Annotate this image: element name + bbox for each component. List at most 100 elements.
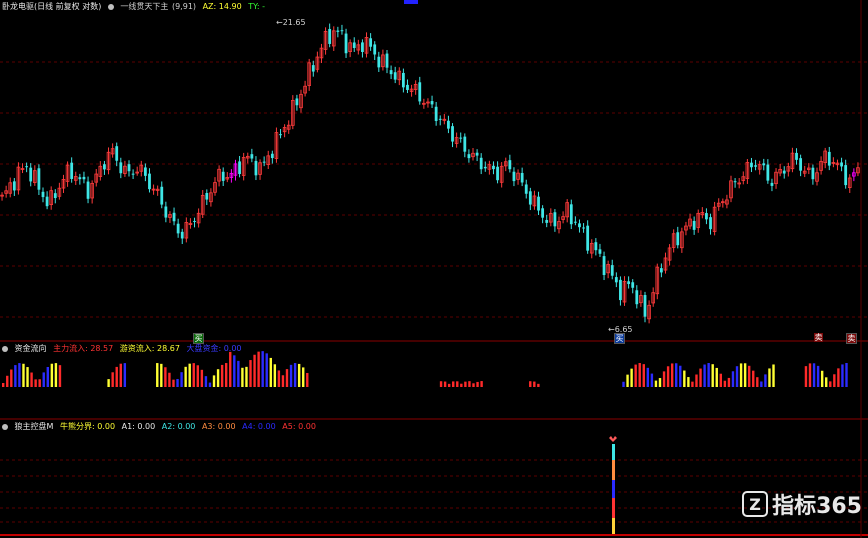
high-arrow: ← xyxy=(276,18,283,27)
candle-body xyxy=(598,249,602,254)
flow-bar xyxy=(249,360,252,387)
brand-logo-icon: Z xyxy=(742,491,769,517)
flow-bar xyxy=(808,363,812,387)
flow-bar xyxy=(634,364,637,387)
signal-badge-buy-left[interactable]: 买 xyxy=(193,333,204,344)
flow-bar xyxy=(196,365,200,387)
flow-bar xyxy=(687,377,690,387)
flow-bar xyxy=(164,367,167,387)
flow-bar xyxy=(257,351,260,387)
candle-body xyxy=(508,160,512,170)
candle-body xyxy=(709,217,712,230)
flow-bar xyxy=(156,363,159,387)
flow-bar xyxy=(820,370,824,387)
candle-body xyxy=(520,172,524,183)
candle-body xyxy=(254,160,258,176)
candle-body xyxy=(53,193,57,199)
candle-body xyxy=(475,152,479,156)
flow-panel-title[interactable]: 资金流向 xyxy=(15,344,47,353)
main-panel-title[interactable]: 卧龙电驱(日线 前复权 对数) xyxy=(2,2,101,11)
candle-body xyxy=(86,181,90,199)
high-price-label: ←21.65 xyxy=(276,18,306,27)
candle-body xyxy=(328,28,332,44)
flow-bar xyxy=(224,363,228,387)
candle-body xyxy=(82,176,86,180)
candle-body xyxy=(389,70,393,75)
flow-bar xyxy=(841,364,844,387)
stock-chart-window[interactable]: 卧龙电驱(日线 前复权 对数) 一线贯天下主 (9,91) AZ: 14.90 … xyxy=(0,0,868,538)
flow-bar xyxy=(204,376,208,387)
flow-bar xyxy=(160,363,163,387)
brand-logo-text: 指标365 xyxy=(772,494,862,519)
candle-body xyxy=(205,193,209,200)
settings-dot-icon[interactable] xyxy=(2,423,8,430)
spike-segment xyxy=(612,480,615,498)
candle-body xyxy=(369,38,373,47)
candle-body xyxy=(553,212,557,227)
signal-badge-sell-right1[interactable]: 卖 xyxy=(814,333,823,342)
settings-dot-icon[interactable] xyxy=(2,345,8,352)
candle-body xyxy=(545,219,549,223)
bull-bear-line: 牛熊分界: 0.00 xyxy=(60,422,116,431)
settings-dot-icon[interactable] xyxy=(107,3,114,10)
candle-body xyxy=(41,191,45,198)
flow-bar xyxy=(768,368,771,387)
candle-body xyxy=(594,242,598,251)
flow-bar xyxy=(764,374,767,387)
flow-bar xyxy=(833,374,836,387)
candle-body xyxy=(131,173,135,175)
flow-bar xyxy=(642,364,645,387)
candle-body xyxy=(385,53,389,68)
bottom-panel-title[interactable]: 狼主控盘M xyxy=(15,422,54,431)
flow-bar xyxy=(452,381,455,387)
candle-body xyxy=(29,167,33,182)
candle-body xyxy=(115,146,119,161)
candle-body xyxy=(762,163,766,166)
flow-bar xyxy=(837,368,840,387)
flow-bar xyxy=(297,363,301,387)
flow-bar xyxy=(18,363,21,387)
flow-bar xyxy=(2,383,5,387)
candle-body xyxy=(70,162,74,179)
ty-value: TY: - xyxy=(248,2,266,11)
flow-bar xyxy=(123,363,127,387)
candle-body xyxy=(627,281,631,285)
flow-bar xyxy=(253,354,256,387)
candle-body xyxy=(733,181,737,183)
spike-segment xyxy=(612,460,615,480)
candle-body xyxy=(586,225,590,251)
flow-bar xyxy=(168,372,171,387)
flow-bar xyxy=(6,375,9,387)
candle-body xyxy=(221,171,225,181)
flow-bar xyxy=(220,364,224,387)
candle-body xyxy=(537,196,540,211)
candle-body xyxy=(614,277,618,283)
candle-body xyxy=(180,231,184,239)
flow-bar xyxy=(46,366,49,387)
candle-body xyxy=(160,186,164,205)
flow-bar xyxy=(229,351,232,387)
candle-body xyxy=(782,170,786,174)
flow-bar xyxy=(188,363,191,387)
candle-body xyxy=(361,42,364,52)
flow-bar xyxy=(626,374,629,387)
candle-body xyxy=(619,279,622,301)
candle-body xyxy=(643,295,647,317)
flow-bar xyxy=(845,363,848,387)
flow-bar xyxy=(699,368,702,387)
candle-body xyxy=(750,162,753,168)
candle-body xyxy=(811,167,815,180)
signal-badge-sell-right2[interactable]: 卖 xyxy=(846,333,857,344)
chart-canvas[interactable] xyxy=(0,0,868,538)
candle-body xyxy=(164,206,168,218)
candle-body xyxy=(12,181,16,191)
a3-value: A3: 0.00 xyxy=(201,422,236,431)
flow-bar xyxy=(691,381,694,387)
signal-badge-buy-mid[interactable]: 买 xyxy=(614,333,625,344)
spike-segment xyxy=(612,518,615,534)
flow-bar xyxy=(804,366,808,387)
indicator-name[interactable]: 一线贯天下主 xyxy=(120,2,168,11)
flow-bar xyxy=(289,364,293,387)
flow-bar xyxy=(30,372,33,387)
flow-bar xyxy=(119,363,122,387)
